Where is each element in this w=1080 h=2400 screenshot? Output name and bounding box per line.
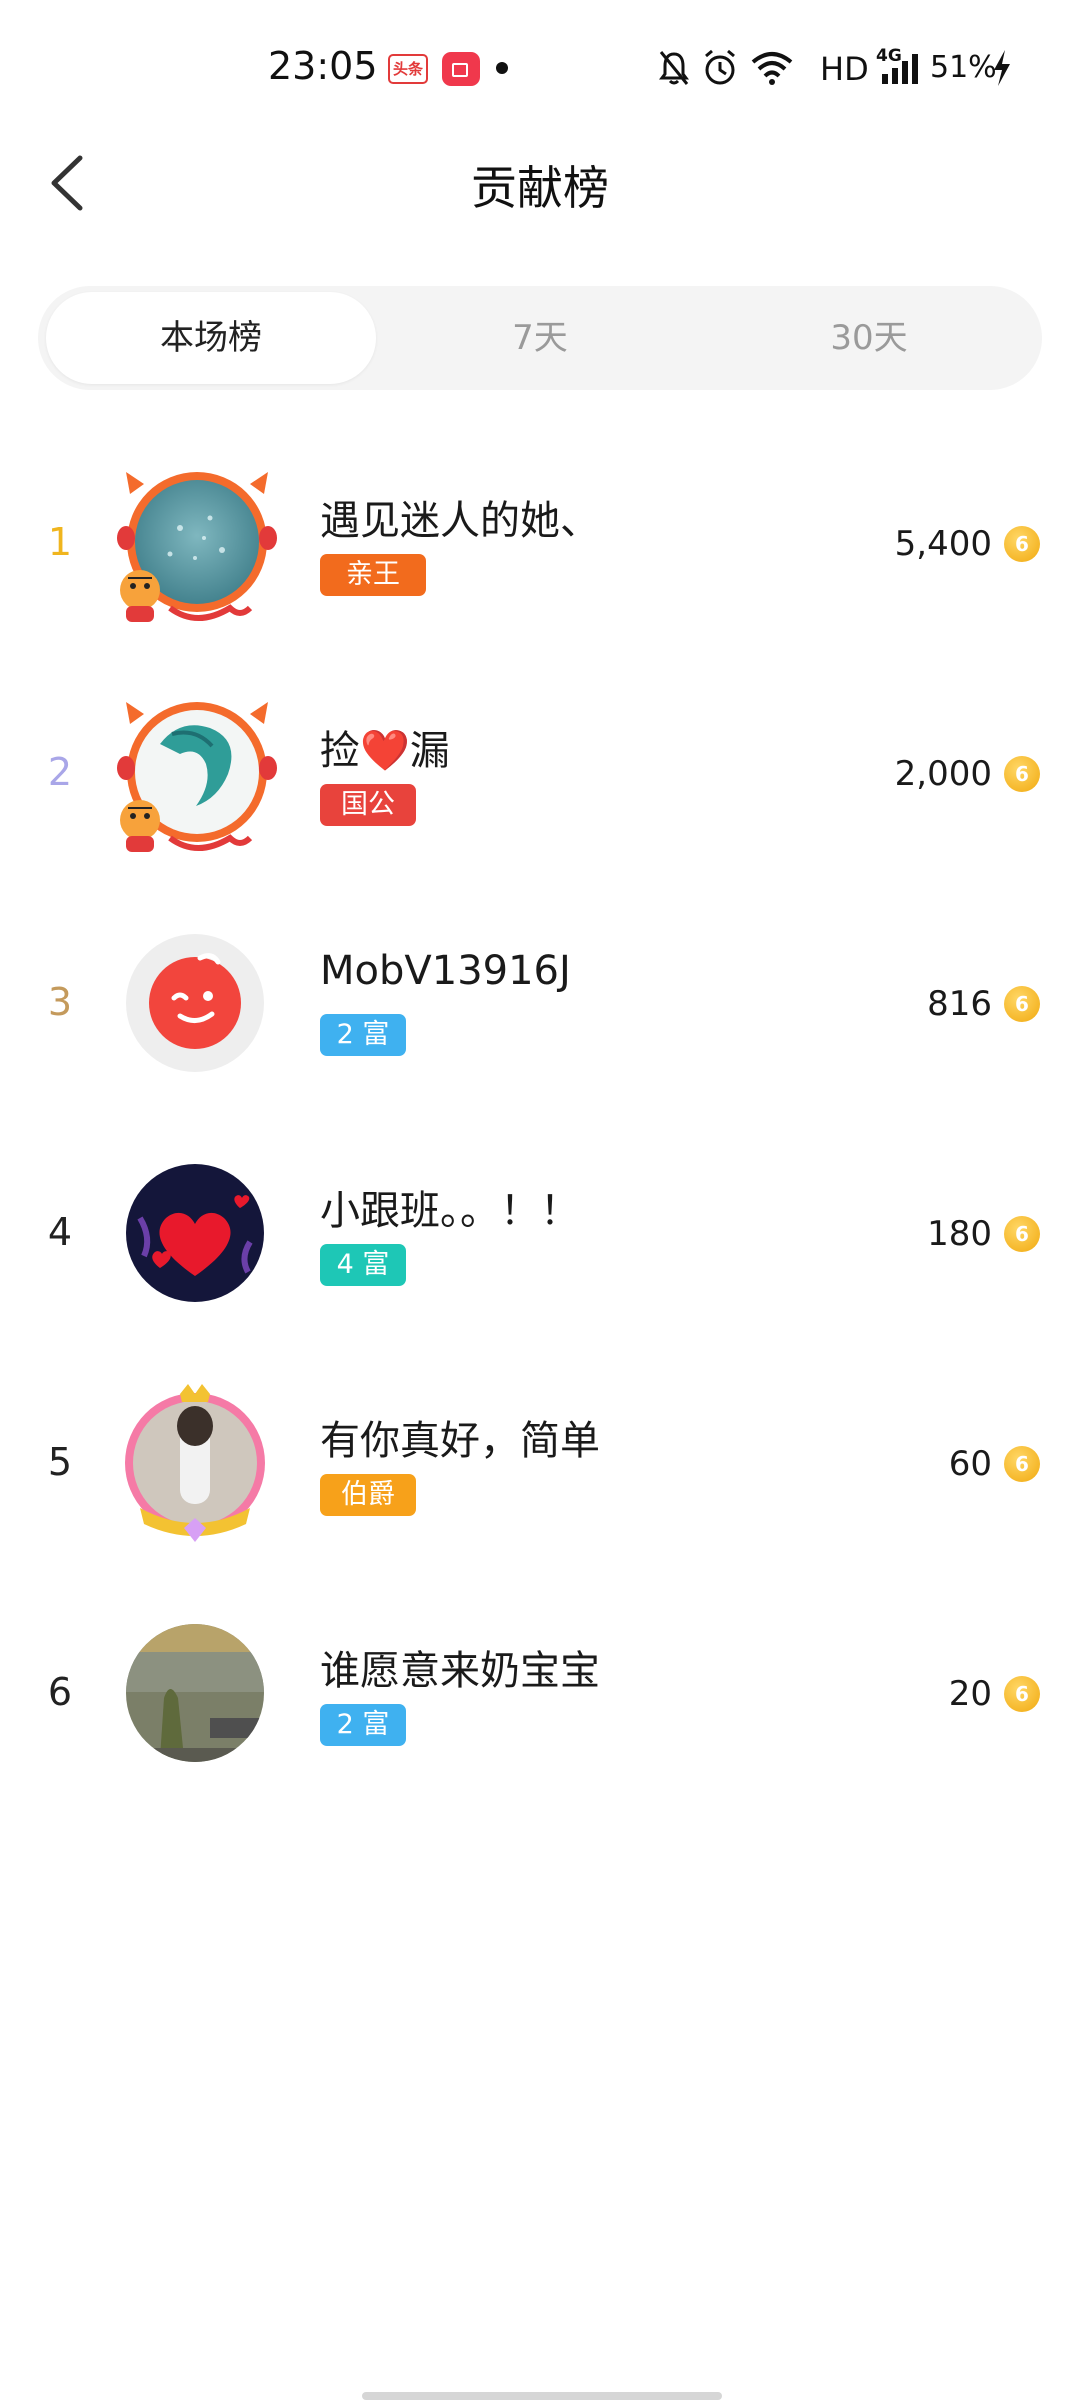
score-value: 5,400 bbox=[894, 524, 992, 564]
list-item[interactable]: 2 捡❤️漏 国公 2,000 6 bbox=[0, 658, 1080, 888]
avatar-image bbox=[126, 1164, 264, 1302]
user-name: 有你真好，简单 bbox=[320, 1418, 600, 1464]
score-value: 2,000 bbox=[894, 754, 992, 794]
rank-number: 3 bbox=[47, 980, 73, 1024]
toutiao-icon: 头条 bbox=[388, 54, 428, 84]
coin-icon: 6 bbox=[1004, 1676, 1040, 1712]
contribution-score: 60 6 bbox=[949, 1442, 1040, 1486]
list-item[interactable]: 3 MobV13916J 2 富 816 6 bbox=[0, 888, 1080, 1118]
contribution-score: 20 6 bbox=[949, 1672, 1040, 1716]
ranking-period-tabs: 本场榜 7天 30天 bbox=[38, 286, 1042, 390]
contribution-score: 5,400 6 bbox=[895, 522, 1040, 566]
contribution-score: 816 6 bbox=[927, 982, 1040, 1026]
contribution-score: 180 6 bbox=[927, 1212, 1040, 1256]
avatar-frame-tiger bbox=[117, 702, 277, 852]
tab-7-days[interactable]: 7天 bbox=[375, 292, 705, 384]
network-label: HD bbox=[820, 50, 869, 88]
notification-dot-icon bbox=[496, 62, 508, 74]
alarm-icon bbox=[705, 49, 735, 85]
avatar[interactable] bbox=[100, 1378, 290, 1548]
list-item[interactable]: 4 小跟班。。！！ 4 富 180 6 bbox=[0, 1118, 1080, 1348]
score-value: 60 bbox=[948, 1444, 992, 1484]
avatar-frame-crown bbox=[125, 1384, 265, 1542]
rank-number: 4 bbox=[47, 1210, 73, 1254]
rank-number: 6 bbox=[47, 1670, 73, 1714]
coin-icon: 6 bbox=[1004, 986, 1040, 1022]
avatar-image bbox=[126, 1624, 264, 1762]
score-value: 20 bbox=[948, 1674, 992, 1714]
tab-30-days[interactable]: 30天 bbox=[704, 292, 1034, 384]
user-name: 谁愿意来奶宝宝 bbox=[320, 1648, 600, 1694]
rank-number: 2 bbox=[47, 750, 73, 794]
default-avatar-icon bbox=[126, 934, 264, 1072]
score-value: 816 bbox=[927, 984, 992, 1024]
rank-number: 1 bbox=[47, 520, 73, 564]
avatar[interactable] bbox=[100, 1608, 290, 1778]
mute-bell-icon bbox=[659, 51, 689, 85]
home-indicator[interactable] bbox=[362, 2392, 722, 2400]
page-title: 贡献榜 bbox=[471, 161, 609, 215]
user-name: MobV13916J bbox=[320, 948, 571, 994]
avatar[interactable] bbox=[100, 688, 290, 858]
tab-this-session[interactable]: 本场榜 bbox=[46, 292, 376, 384]
coin-icon: 6 bbox=[1004, 526, 1040, 562]
coin-icon: 6 bbox=[1004, 756, 1040, 792]
rank-badge-fu: 4 富 bbox=[320, 1244, 406, 1286]
user-name: 捡❤️漏 bbox=[320, 728, 450, 774]
rank-number: 5 bbox=[47, 1440, 73, 1484]
rank-badge-qinwang: 亲王 bbox=[320, 554, 426, 596]
coin-icon: 6 bbox=[1004, 1446, 1040, 1482]
list-item[interactable]: 6 谁愿意来奶宝宝 2 富 20 6 bbox=[0, 1578, 1080, 1808]
status-time: 23:05 bbox=[268, 44, 378, 88]
rank-badge-guogong: 国公 bbox=[320, 784, 416, 826]
user-name: 小跟班。。！！ bbox=[320, 1188, 580, 1234]
avatar[interactable] bbox=[100, 1148, 290, 1318]
signal-icon bbox=[882, 54, 918, 84]
status-bar: 23:05 头条 HD 4G 51% bbox=[0, 0, 1080, 130]
coin-icon: 6 bbox=[1004, 1216, 1040, 1252]
list-item[interactable]: 5 有你真好，简单 伯爵 60 6 bbox=[0, 1348, 1080, 1578]
score-value: 180 bbox=[927, 1214, 992, 1254]
wifi-icon bbox=[751, 52, 793, 85]
rank-badge-fu: 2 富 bbox=[320, 1704, 406, 1746]
screen: 23:05 头条 HD 4G 51% 贡献榜 本场榜 7天 30天 1 遇见迷人… bbox=[0, 0, 1080, 2400]
rank-badge-bojue: 伯爵 bbox=[320, 1474, 416, 1516]
charging-icon bbox=[994, 50, 1010, 86]
avatar-frame-tiger bbox=[117, 472, 277, 622]
battery-level: 51% bbox=[930, 50, 997, 85]
video-icon bbox=[442, 52, 480, 86]
rank-badge-fu: 2 富 bbox=[320, 1014, 406, 1056]
contribution-score: 2,000 6 bbox=[895, 752, 1040, 796]
user-name: 遇见迷人的她、 bbox=[320, 498, 600, 544]
avatar[interactable] bbox=[100, 918, 290, 1088]
list-item[interactable]: 1 遇见迷人的她、 亲王 5,400 6 bbox=[0, 428, 1080, 658]
avatar[interactable] bbox=[100, 458, 290, 628]
